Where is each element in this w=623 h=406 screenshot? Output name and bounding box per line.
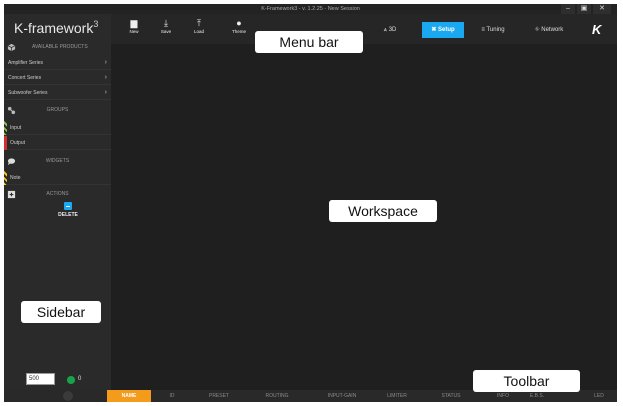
actions-heading: ACTIONS (4, 188, 111, 201)
tab-3d[interactable]: ⩓ 3D (376, 22, 404, 38)
app-logo: K-framework3 (14, 19, 99, 36)
download-icon: ⤓ (164, 18, 168, 28)
info-icon[interactable] (63, 391, 73, 401)
product-item-concert[interactable]: Concert Series › (4, 71, 111, 85)
file-icon: ▆ (130, 18, 138, 28)
upload-icon: ⤒ (197, 18, 201, 28)
product-item-amplifier[interactable]: Amplifier Series › (4, 56, 111, 70)
callout-toolbar: Toolbar (473, 370, 580, 392)
column-id[interactable]: ID (160, 390, 184, 402)
3d-icon: ⩓ (383, 27, 388, 33)
delete-button[interactable]: DELETE (48, 202, 88, 218)
brand-logo: K (592, 22, 602, 37)
cube-icon (7, 43, 16, 52)
tab-setup[interactable]: ✖ Setup (422, 22, 464, 38)
count-input[interactable]: 500 (26, 373, 55, 385)
column-limiter[interactable]: LIMITER (380, 390, 414, 402)
menu-bar: ▆ New ⤓ Save ⤒ Load ● Theme ⩓ 3D ✖ Setup… (111, 14, 617, 44)
setup-icon: ✖ (431, 27, 437, 33)
close-button[interactable]: ✕ (593, 4, 611, 14)
callout-menu-bar: Menu bar (255, 31, 363, 53)
theme-button[interactable]: ● Theme (226, 18, 252, 34)
new-button[interactable]: ▆ New (121, 18, 147, 34)
app-window: K-Framework3 - v. 1.2.25 - New Session –… (4, 4, 617, 402)
status-indicator-icon (67, 376, 75, 384)
window-controls: – ▣ ✕ (561, 4, 611, 14)
chevron-right-icon: › (104, 59, 107, 66)
column-routing[interactable]: ROUTING (257, 390, 297, 402)
column-name[interactable]: NAME (107, 390, 151, 402)
tuning-icon: ≡ (481, 27, 485, 33)
group-item-input[interactable]: Input (4, 121, 111, 135)
tab-network[interactable]: ⛗ Network (525, 22, 573, 38)
tab-tuning[interactable]: ≡ Tuning (473, 22, 513, 38)
chevron-right-icon: › (104, 74, 107, 81)
groups-heading: GROUPS (4, 104, 111, 117)
bulb-icon: ● (236, 18, 242, 28)
group-item-output[interactable]: Output (4, 136, 111, 150)
status-count: 0 (78, 376, 82, 382)
column-input-gain[interactable]: INPUT-GAIN (317, 390, 367, 402)
sidebar: K-framework3 AVAILABLE PRODUCTS Amplifie… (4, 14, 111, 390)
load-button[interactable]: ⤒ Load (186, 18, 212, 34)
product-item-subwoofer[interactable]: Subwoofer Series › (4, 86, 111, 100)
network-icon: ⛗ (534, 27, 540, 33)
minimize-button[interactable]: – (561, 4, 575, 14)
delete-icon (64, 202, 72, 210)
column-preset[interactable]: PRESET (201, 390, 237, 402)
save-button[interactable]: ⤓ Save (153, 18, 179, 34)
column-status[interactable]: STATUS (436, 390, 466, 402)
callout-workspace: Workspace (329, 200, 437, 222)
widgets-heading: WIDGETS (4, 155, 111, 168)
column-led[interactable]: LED (588, 390, 610, 402)
chevron-right-icon: › (104, 89, 107, 96)
products-heading: AVAILABLE PRODUCTS (4, 41, 111, 54)
callout-sidebar: Sidebar (21, 301, 101, 323)
window-title: K-Framework3 - v. 1.2.25 - New Session (261, 6, 360, 12)
widget-item-note[interactable]: Note (4, 171, 111, 185)
maximize-button[interactable]: ▣ (577, 4, 591, 14)
